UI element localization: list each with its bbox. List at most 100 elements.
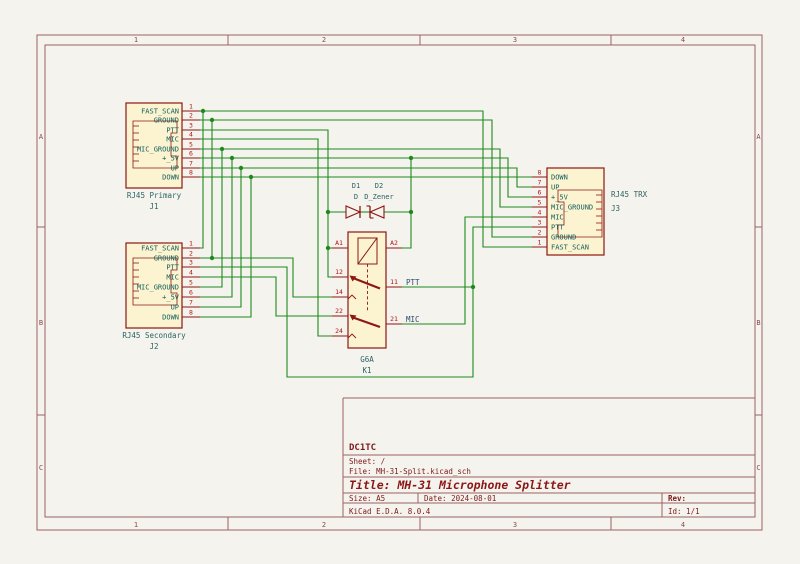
pin-number: 21 — [390, 315, 398, 323]
pin-name: MIC_GROUND — [551, 204, 593, 212]
titleblock-id[interactable]: Id: 1/1 — [668, 507, 700, 516]
titleblock-rev[interactable]: Rev: — [668, 494, 686, 503]
titleblock-title[interactable]: Title: MH-31 Microphone Splitter — [349, 478, 571, 492]
pin-number: 1 — [538, 239, 542, 247]
connector-ref-J3[interactable]: J3 — [611, 204, 620, 213]
pin-number: 4 — [189, 269, 193, 277]
pin-name: MIC_GROUND — [137, 146, 179, 154]
diode-value-D1[interactable]: D — [354, 193, 358, 201]
titleblock-file[interactable]: File: MH-31-Split.kicad_sch — [349, 467, 471, 476]
relay-ref[interactable]: K1 — [362, 366, 371, 375]
pin-name: MIC — [551, 214, 564, 222]
connector-value-J1[interactable]: RJ45 Primary — [127, 191, 182, 200]
pin-number: 8 — [189, 309, 193, 317]
wire[interactable] — [200, 168, 241, 307]
pin-name: PTT — [551, 224, 564, 232]
relay-pin-name-MIC: MIC — [406, 315, 420, 324]
titleblock-designer[interactable]: DC1TC — [349, 443, 376, 453]
wire[interactable] — [200, 130, 332, 277]
pin-number: A2 — [390, 239, 398, 247]
titleblock-tool: KiCad E.D.A. 8.0.4 — [349, 507, 431, 516]
diode-value-D2[interactable]: D_Zener — [364, 193, 394, 201]
wire-junction — [210, 118, 214, 122]
wire[interactable] — [402, 158, 411, 248]
pin-number: 24 — [335, 327, 343, 335]
pin-number: 5 — [538, 199, 542, 207]
pin-number: 12 — [335, 268, 343, 276]
pin-name: PTT — [166, 127, 179, 135]
wire[interactable] — [200, 158, 232, 297]
diode-triangle-icon-D1[interactable] — [346, 206, 360, 218]
pin-name: GROUND — [154, 117, 179, 125]
pin-number: 3 — [189, 259, 193, 267]
pin-number: 8 — [189, 169, 193, 177]
pin-name: FAST_SCAN — [141, 108, 179, 116]
pin-number: 6 — [189, 289, 193, 297]
pin-name: MIC — [166, 274, 179, 282]
frame-column-label: 2 — [322, 521, 326, 529]
pin-number: 6 — [538, 189, 542, 197]
pin-number: 8 — [538, 169, 542, 177]
titleblock-date[interactable]: Date: 2024-08-01 — [424, 494, 496, 503]
pin-number: 1 — [189, 240, 193, 248]
frame-row-label: C — [756, 464, 760, 472]
pin-name: GROUND — [154, 255, 179, 263]
wire-junction — [326, 246, 330, 250]
frame-column-label: 2 — [322, 36, 326, 44]
pin-name: GROUND — [551, 234, 576, 242]
pin-number: 3 — [189, 122, 193, 130]
wire[interactable] — [200, 177, 251, 317]
diode-ref-D1[interactable]: D1 — [352, 182, 360, 190]
pin-name: +_5V — [162, 155, 180, 163]
wire[interactable] — [402, 227, 532, 287]
pin-name: UP — [551, 184, 559, 192]
frame-row-label: A — [39, 133, 44, 141]
frame-column-label: 3 — [513, 521, 517, 529]
frame-column-label: 1 — [134, 36, 138, 44]
diode-triangle-icon-D2[interactable] — [370, 206, 384, 218]
pin-number: 4 — [189, 131, 193, 139]
pin-number: 3 — [538, 219, 542, 227]
connector-value-J3[interactable]: RJ45 TRX — [611, 190, 648, 199]
connector-ref-J1[interactable]: J1 — [149, 202, 158, 211]
titleblock-size[interactable]: Size: A5 — [349, 494, 385, 503]
pin-number: A1 — [335, 239, 343, 247]
pin-name: +_5V — [162, 294, 180, 302]
relay-body[interactable] — [348, 232, 386, 348]
pin-number: 7 — [189, 160, 193, 168]
wire-junction — [249, 175, 253, 179]
relay-value[interactable]: G6A — [360, 355, 374, 364]
pin-number: 5 — [189, 141, 193, 149]
wire[interactable] — [200, 111, 203, 248]
connector-value-J2[interactable]: RJ45 Secondary — [122, 331, 186, 340]
pin-number: 4 — [538, 209, 542, 217]
wire-junction — [230, 156, 234, 160]
pin-name: DOWN — [162, 314, 179, 322]
pin-name: MIC — [166, 136, 179, 144]
frame-row-label: B — [39, 319, 43, 327]
wire-junction — [326, 210, 330, 214]
pin-number: 5 — [189, 279, 193, 287]
pin-number: 11 — [390, 278, 398, 286]
pin-number: 6 — [189, 150, 193, 158]
pin-number: 7 — [189, 299, 193, 307]
pin-number: 22 — [335, 307, 343, 315]
pin-number: 2 — [538, 229, 542, 237]
diode-ref-D2[interactable]: D2 — [375, 182, 383, 190]
pin-name: DOWN — [551, 174, 568, 182]
wire-junction — [201, 109, 205, 113]
wire-junction — [239, 166, 243, 170]
pin-name: +_5V — [551, 194, 569, 202]
frame-column-label: 1 — [134, 521, 138, 529]
pin-number: 1 — [189, 103, 193, 111]
connector-ref-J2[interactable]: J2 — [149, 342, 158, 351]
titleblock-sheet[interactable]: Sheet: / — [349, 457, 385, 466]
wire-junction — [220, 147, 224, 151]
pin-name: PTT — [166, 264, 179, 272]
pin-name: FAST_SCAN — [551, 244, 589, 252]
wire-junction — [409, 210, 413, 214]
frame-row-label: B — [756, 319, 760, 327]
frame-column-label: 4 — [681, 521, 685, 529]
pin-number: 7 — [538, 179, 542, 187]
wire[interactable] — [402, 217, 532, 324]
